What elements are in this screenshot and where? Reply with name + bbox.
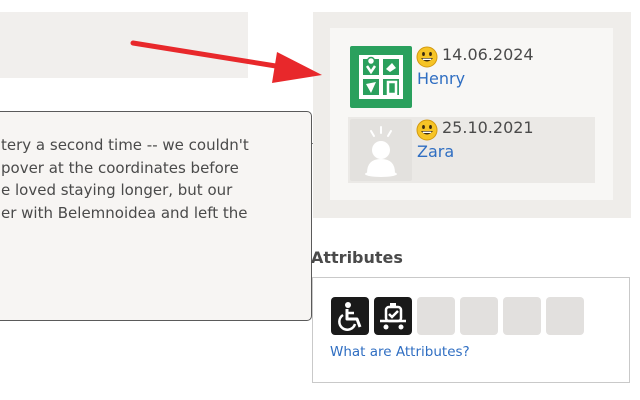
log-entry[interactable]: 14.06.2024 Henry: [348, 44, 595, 110]
log-text: tery a second time -- we couldn't pover a…: [1, 134, 311, 224]
empty-attribute-slot: [546, 297, 584, 335]
log-user-link[interactable]: Zara: [417, 142, 454, 161]
log-text-line: er with Belemnoidea and left the: [1, 203, 248, 222]
log-user-link[interactable]: Henry: [417, 69, 465, 88]
grinning-face-icon: [416, 119, 438, 141]
empty-attribute-slot: [417, 297, 455, 335]
empty-attribute-slot: [460, 297, 498, 335]
log-text-popup: tery a second time -- we couldn't pover a…: [0, 111, 312, 321]
default-avatar-icon[interactable]: [350, 119, 412, 181]
empty-attribute-slot: [503, 297, 541, 335]
log-text-line: pover at the coordinates before: [1, 158, 239, 177]
log-date: 25.10.2021: [442, 118, 534, 137]
log-date: 14.06.2024: [442, 45, 534, 64]
stroller-accessible-icon[interactable]: [374, 297, 412, 335]
geocaching-logo-icon[interactable]: [350, 46, 412, 108]
wheelchair-accessible-icon[interactable]: [331, 297, 369, 335]
grinning-face-icon: [416, 46, 438, 68]
log-text-line: tery a second time -- we couldn't: [1, 136, 249, 154]
log-text-line: e loved staying longer, but our: [1, 181, 233, 199]
log-entry[interactable]: 25.10.2021 Zara: [348, 117, 595, 183]
what-are-attributes-link[interactable]: What are Attributes?: [330, 344, 470, 360]
top-left-panel: [0, 12, 248, 78]
attributes-heading: Attributes: [311, 248, 403, 267]
attributes-box: What are Attributes?: [312, 277, 630, 383]
